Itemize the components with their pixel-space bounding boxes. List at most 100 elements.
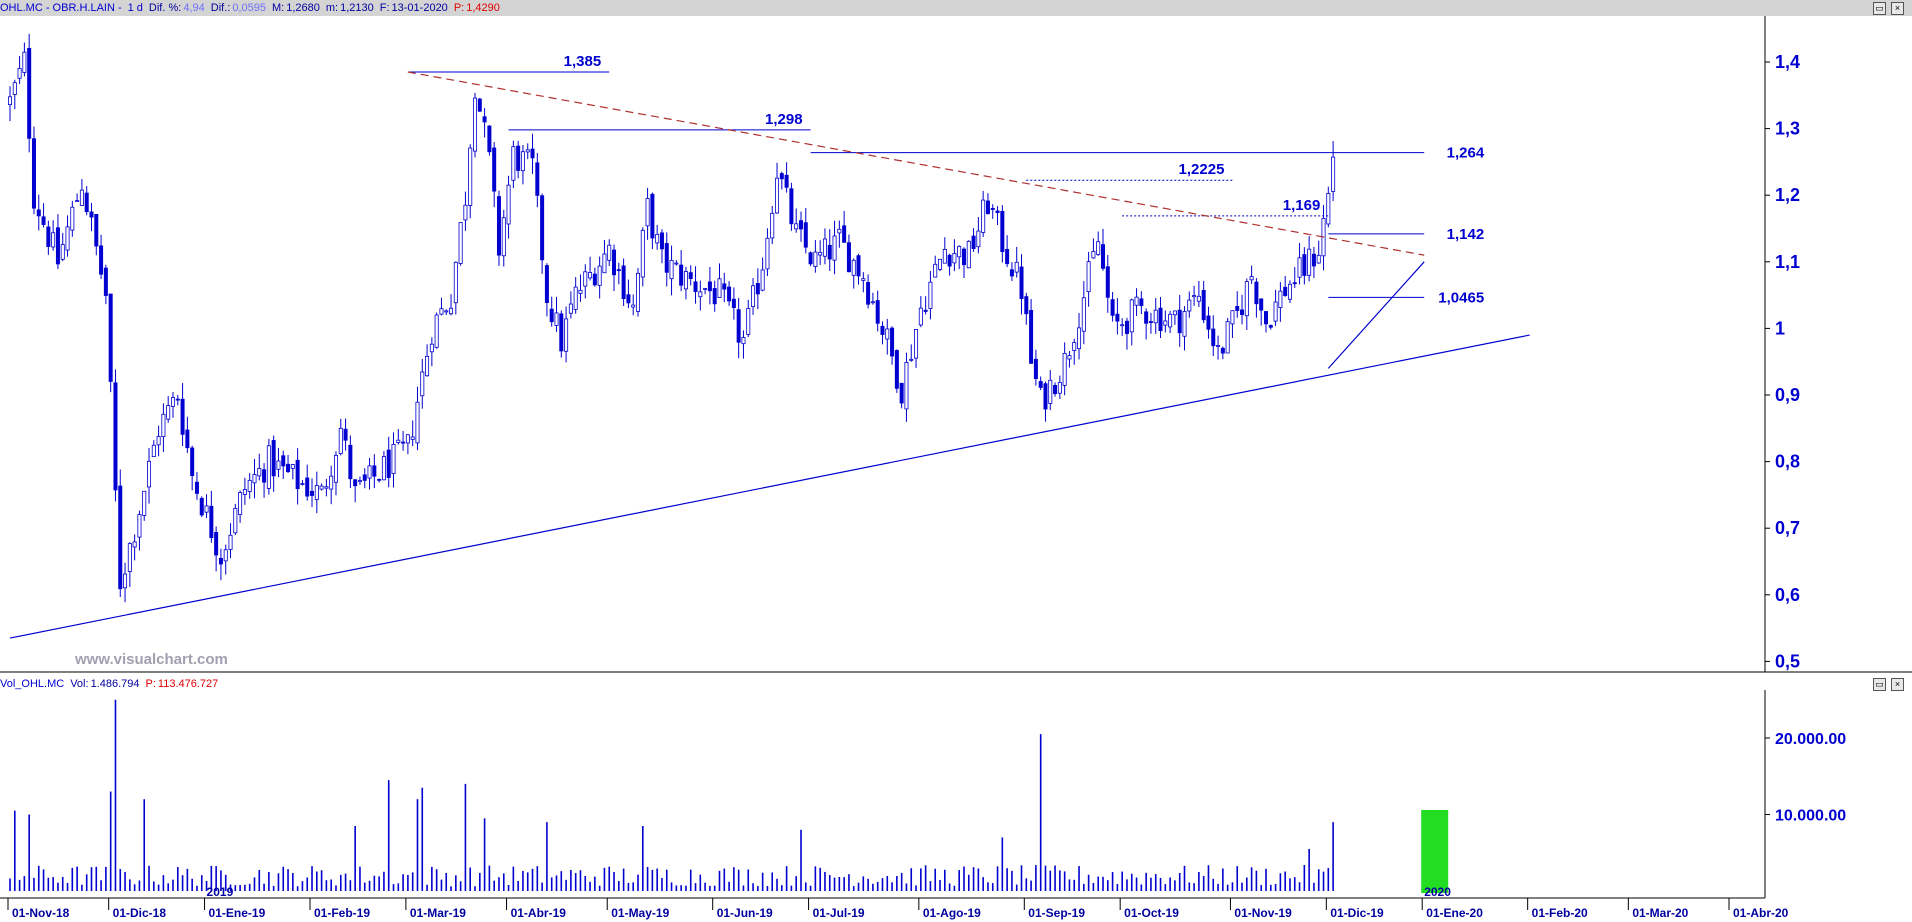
candle-body xyxy=(65,226,70,251)
candle-body xyxy=(635,272,640,312)
candle-body xyxy=(343,428,348,441)
candlestick xyxy=(885,318,890,355)
candlestick xyxy=(861,272,866,293)
candle-body xyxy=(875,300,880,324)
trendline xyxy=(9,334,1530,639)
candle-body xyxy=(923,309,928,312)
candle-body xyxy=(544,265,549,303)
candle-body xyxy=(952,253,957,264)
candlestick xyxy=(818,240,823,265)
candlestick xyxy=(257,453,262,481)
candlestick xyxy=(391,432,396,488)
candle-body xyxy=(41,216,46,225)
candle-body xyxy=(655,233,660,244)
candle-body xyxy=(425,355,430,377)
candlestick xyxy=(961,247,966,279)
candle-body xyxy=(209,505,214,538)
candle-body xyxy=(247,479,252,492)
candlestick xyxy=(214,526,219,572)
candlestick xyxy=(108,293,113,393)
candle-body xyxy=(1311,253,1316,267)
candle-body xyxy=(731,298,736,308)
candle-body xyxy=(1283,286,1288,296)
candle-body xyxy=(463,204,468,221)
candle-body xyxy=(51,232,56,248)
candle-body xyxy=(976,230,981,248)
candlestick xyxy=(1077,312,1082,360)
candlestick xyxy=(1081,281,1086,345)
candle-body xyxy=(501,217,506,257)
candlestick xyxy=(717,263,722,298)
date-axis-label: 01-Sep-19 xyxy=(1028,906,1085,920)
level-label: 1,298 xyxy=(765,111,803,128)
candle-body xyxy=(957,246,962,258)
candle-body xyxy=(717,278,722,298)
candle-body xyxy=(314,485,319,500)
candlestick xyxy=(161,403,166,452)
candle-body xyxy=(1249,276,1254,281)
candle-body xyxy=(1196,295,1201,302)
candlestick xyxy=(506,175,511,239)
candlestick xyxy=(1062,342,1067,396)
candlestick xyxy=(803,208,808,254)
candle-body xyxy=(928,281,933,309)
candle-body xyxy=(535,162,540,196)
candlestick xyxy=(1311,246,1316,278)
candlestick xyxy=(530,133,535,174)
candlestick xyxy=(631,294,636,316)
candlestick xyxy=(588,256,593,281)
candle-body xyxy=(238,492,243,516)
candle-body xyxy=(473,97,478,152)
candle-body xyxy=(861,278,866,281)
candlestick xyxy=(789,182,794,231)
candle-body xyxy=(880,325,885,335)
candle-body xyxy=(233,507,238,534)
candlestick xyxy=(75,193,80,202)
candlestick xyxy=(952,239,957,272)
candlestick xyxy=(1153,298,1158,334)
candle-body xyxy=(477,98,482,112)
candle-body xyxy=(1292,282,1297,285)
candlestick xyxy=(938,258,943,272)
candlestick xyxy=(827,229,832,271)
candlestick xyxy=(501,209,506,267)
candlestick xyxy=(640,227,645,287)
candlestick xyxy=(703,288,708,295)
candlestick xyxy=(94,214,99,256)
candlestick xyxy=(616,262,621,285)
candlestick xyxy=(17,56,22,84)
candle-body xyxy=(1009,269,1014,277)
candle-body xyxy=(319,485,324,490)
candle-body xyxy=(1105,266,1110,298)
candlestick xyxy=(166,396,171,423)
candlestick xyxy=(348,435,353,488)
candlestick xyxy=(1139,291,1144,315)
candle-body xyxy=(353,479,358,487)
candlestick xyxy=(755,268,760,310)
price-axis-label: 0,5 xyxy=(1775,651,1800,671)
volume-axis-label: 20.000.00 xyxy=(1775,731,1846,748)
candle-body xyxy=(17,68,22,79)
date-axis-label: 01-Feb-20 xyxy=(1532,906,1588,920)
candle-body xyxy=(7,96,12,105)
candlestick xyxy=(401,431,406,451)
candlestick xyxy=(602,240,607,274)
candle-body xyxy=(899,382,904,404)
candle-body xyxy=(784,174,789,188)
candlestick xyxy=(127,542,132,588)
candle-body xyxy=(89,211,94,218)
candlestick xyxy=(1067,351,1072,368)
candlestick xyxy=(357,476,362,486)
candlestick xyxy=(1134,288,1139,316)
candlestick xyxy=(439,297,444,316)
price-axis-label: 0,8 xyxy=(1775,452,1800,472)
candlestick xyxy=(1278,282,1283,322)
volume-highlight xyxy=(1421,810,1449,893)
candlestick xyxy=(679,250,684,292)
candlestick xyxy=(1316,240,1321,264)
candle-body xyxy=(602,253,607,274)
candle-body xyxy=(554,312,559,326)
candle-body xyxy=(405,434,410,444)
candle-body xyxy=(971,235,976,249)
candlestick xyxy=(971,228,976,252)
